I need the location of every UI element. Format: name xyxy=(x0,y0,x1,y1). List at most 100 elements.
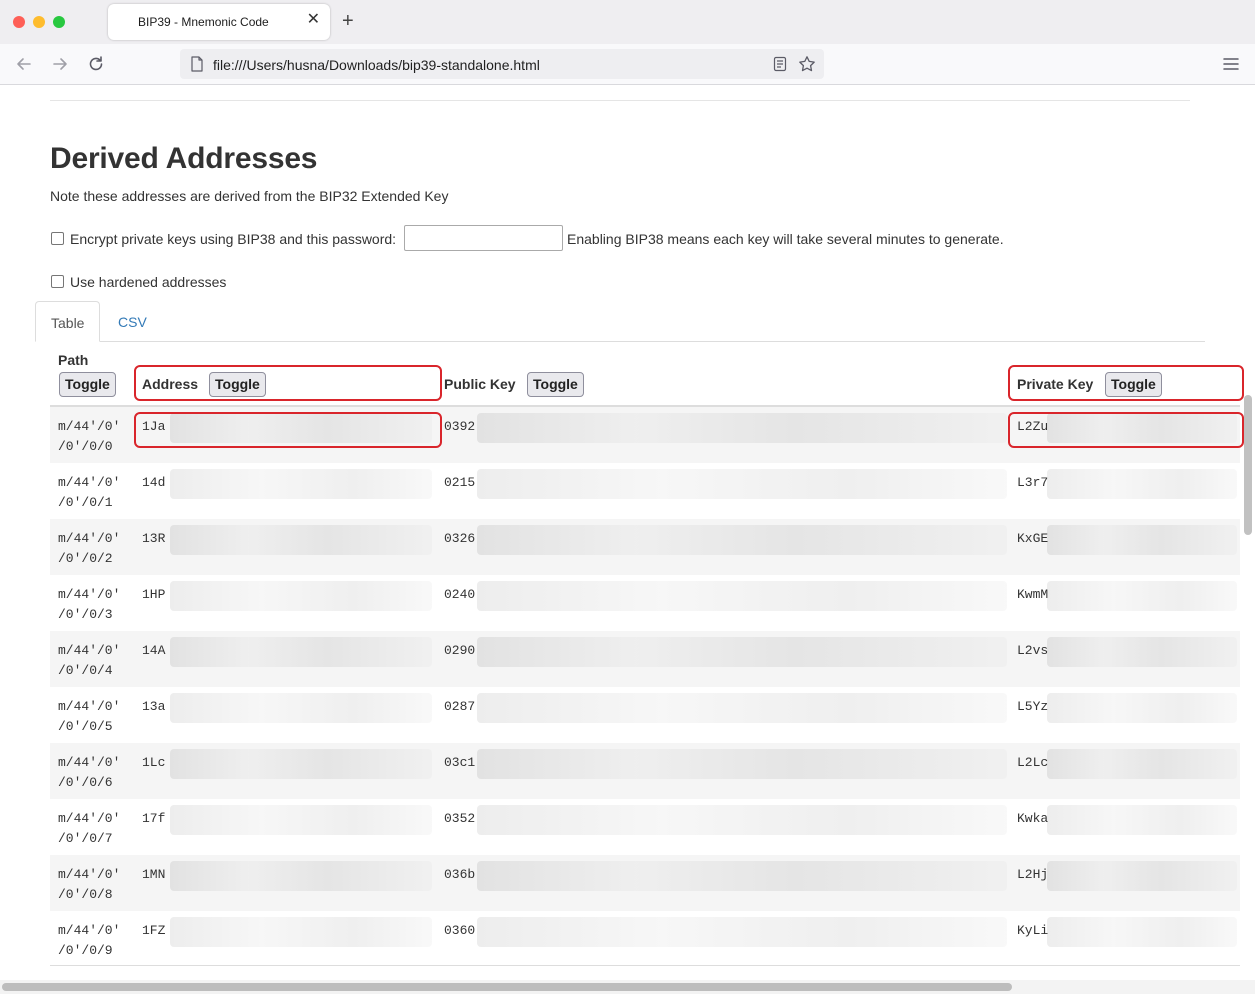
address-cell: 1FZ xyxy=(142,923,166,938)
public-key-header: Public Key xyxy=(444,376,516,392)
close-window-button[interactable] xyxy=(13,16,25,28)
tab-csv[interactable]: CSV xyxy=(118,314,147,330)
public-key-cell: 036b xyxy=(444,867,476,882)
path-header: Path xyxy=(58,352,89,368)
path-cell: m/44'/0' /0'/0/8 xyxy=(58,865,138,905)
bip38-checkbox[interactable] xyxy=(51,232,64,245)
table-row: m/44'/0' /0'/0/4 14A 0290 L2vs xyxy=(50,631,1240,687)
redacted-value xyxy=(1047,581,1237,611)
table-row: m/44'/0' /0'/0/5 13a 0287 L5Yz xyxy=(50,687,1240,743)
private-key-cell: L2Lc xyxy=(1017,755,1049,770)
public-key-cell: 0392 xyxy=(444,419,476,434)
private-key-cell: KxGE xyxy=(1017,531,1049,546)
redacted-value xyxy=(170,693,432,723)
path-line-1: m/44'/0' xyxy=(58,475,121,490)
path-cell: m/44'/0' /0'/0/4 xyxy=(58,641,138,681)
close-tab-icon[interactable]: ✕ xyxy=(307,12,320,28)
page-viewport: Derived Addresses Note these addresses a… xyxy=(0,85,1255,994)
section-note: Note these addresses are derived from th… xyxy=(50,188,449,204)
redacted-value xyxy=(1047,469,1237,499)
minimize-window-button[interactable] xyxy=(33,16,45,28)
redacted-value xyxy=(170,917,432,947)
section-title: Derived Addresses xyxy=(50,142,318,175)
path-cell: m/44'/0' /0'/0/1 xyxy=(58,473,138,513)
private-key-cell: L2vs xyxy=(1017,643,1049,658)
public-key-toggle-button[interactable]: Toggle xyxy=(527,372,584,397)
tabs-divider xyxy=(35,341,1205,342)
redacted-value xyxy=(477,805,1007,835)
path-line-2: /0'/0/2 xyxy=(58,551,113,566)
address-cell: 14A xyxy=(142,643,166,658)
url-text[interactable]: file:///Users/husna/Downloads/bip39-stan… xyxy=(213,57,540,73)
redacted-value xyxy=(170,749,432,779)
redacted-value xyxy=(477,525,1007,555)
path-line-1: m/44'/0' xyxy=(58,699,121,714)
redacted-value xyxy=(170,525,432,555)
redacted-value xyxy=(1047,525,1237,555)
private-key-cell-highlight xyxy=(1008,412,1244,448)
new-tab-button[interactable]: + xyxy=(342,11,354,31)
redacted-value xyxy=(477,413,1007,443)
reader-view-icon[interactable] xyxy=(772,56,788,72)
redacted-value xyxy=(477,749,1007,779)
address-cell: 14d xyxy=(142,475,166,490)
tab-table[interactable]: Table xyxy=(35,301,100,342)
address-cell: 1Lc xyxy=(142,755,166,770)
address-cell: 1HP xyxy=(142,587,166,602)
table-row: m/44'/0' /0'/0/3 1HP 0240 KwmM xyxy=(50,575,1240,631)
vertical-scroll-thumb[interactable] xyxy=(1244,395,1252,535)
address-cell: 1MN xyxy=(142,867,166,882)
path-cell: m/44'/0' /0'/0/6 xyxy=(58,753,138,793)
public-key-cell: 0326 xyxy=(444,531,476,546)
redacted-value xyxy=(477,861,1007,891)
private-key-cell: L5Yz xyxy=(1017,699,1049,714)
path-line-1: m/44'/0' xyxy=(58,923,121,938)
redacted-value xyxy=(477,693,1007,723)
horizontal-scroll-thumb[interactable] xyxy=(2,983,1012,991)
path-line-2: /0'/0/7 xyxy=(58,831,113,846)
address-cell-highlight xyxy=(134,412,442,448)
table-row: m/44'/0' /0'/0/8 1MN 036b L2Hj xyxy=(50,855,1240,911)
forward-arrow-icon[interactable] xyxy=(50,54,70,74)
path-line-2: /0'/0/5 xyxy=(58,719,113,734)
path-cell: m/44'/0' /0'/0/7 xyxy=(58,809,138,849)
redacted-value xyxy=(170,861,432,891)
browser-tab-title: BIP39 - Mnemonic Code xyxy=(138,15,269,29)
redacted-value xyxy=(170,469,432,499)
public-key-cell: 0240 xyxy=(444,587,476,602)
url-bar[interactable]: file:///Users/husna/Downloads/bip39-stan… xyxy=(180,49,824,79)
path-line-1: m/44'/0' xyxy=(58,867,121,882)
private-key-cell: KwmM xyxy=(1017,587,1049,602)
private-key-cell: Kwka xyxy=(1017,811,1049,826)
bookmark-star-icon[interactable] xyxy=(798,55,816,73)
path-line-2: /0'/0/1 xyxy=(58,495,113,510)
path-line-2: /0'/0/8 xyxy=(58,887,113,902)
browser-tab[interactable]: BIP39 - Mnemonic Code ✕ xyxy=(108,4,330,40)
table-row: m/44'/0' /0'/0/2 13R 0326 KxGE xyxy=(50,519,1240,575)
section-divider xyxy=(50,100,1190,101)
public-key-cell: 0360 xyxy=(444,923,476,938)
hardened-label: Use hardened addresses xyxy=(70,274,227,290)
path-toggle-button[interactable]: Toggle xyxy=(59,372,116,397)
hamburger-menu-icon[interactable] xyxy=(1222,56,1240,72)
redacted-value xyxy=(170,581,432,611)
maximize-window-button[interactable] xyxy=(53,16,65,28)
table-row: m/44'/0' /0'/0/6 1Lc 03c1 L2Lc xyxy=(50,743,1240,799)
bip38-label: Encrypt private keys using BIP38 and thi… xyxy=(70,231,397,247)
redacted-value xyxy=(1047,805,1237,835)
bip38-password-field[interactable] xyxy=(404,225,563,251)
redacted-value xyxy=(1047,637,1237,667)
redacted-value xyxy=(477,917,1007,947)
hardened-checkbox[interactable] xyxy=(51,275,64,288)
page-icon xyxy=(191,56,203,72)
back-arrow-icon[interactable] xyxy=(14,54,34,74)
address-header-highlight xyxy=(134,365,442,401)
path-line-2: /0'/0/9 xyxy=(58,943,113,958)
table-row: m/44'/0' /0'/0/9 1FZ 0360 KyLi xyxy=(50,911,1240,967)
address-cell: 17f xyxy=(142,811,166,826)
redacted-value xyxy=(477,637,1007,667)
reload-icon[interactable] xyxy=(86,54,106,74)
public-key-cell: 0290 xyxy=(444,643,476,658)
path-line-1: m/44'/0' xyxy=(58,643,121,658)
path-line-1: m/44'/0' xyxy=(58,531,121,546)
